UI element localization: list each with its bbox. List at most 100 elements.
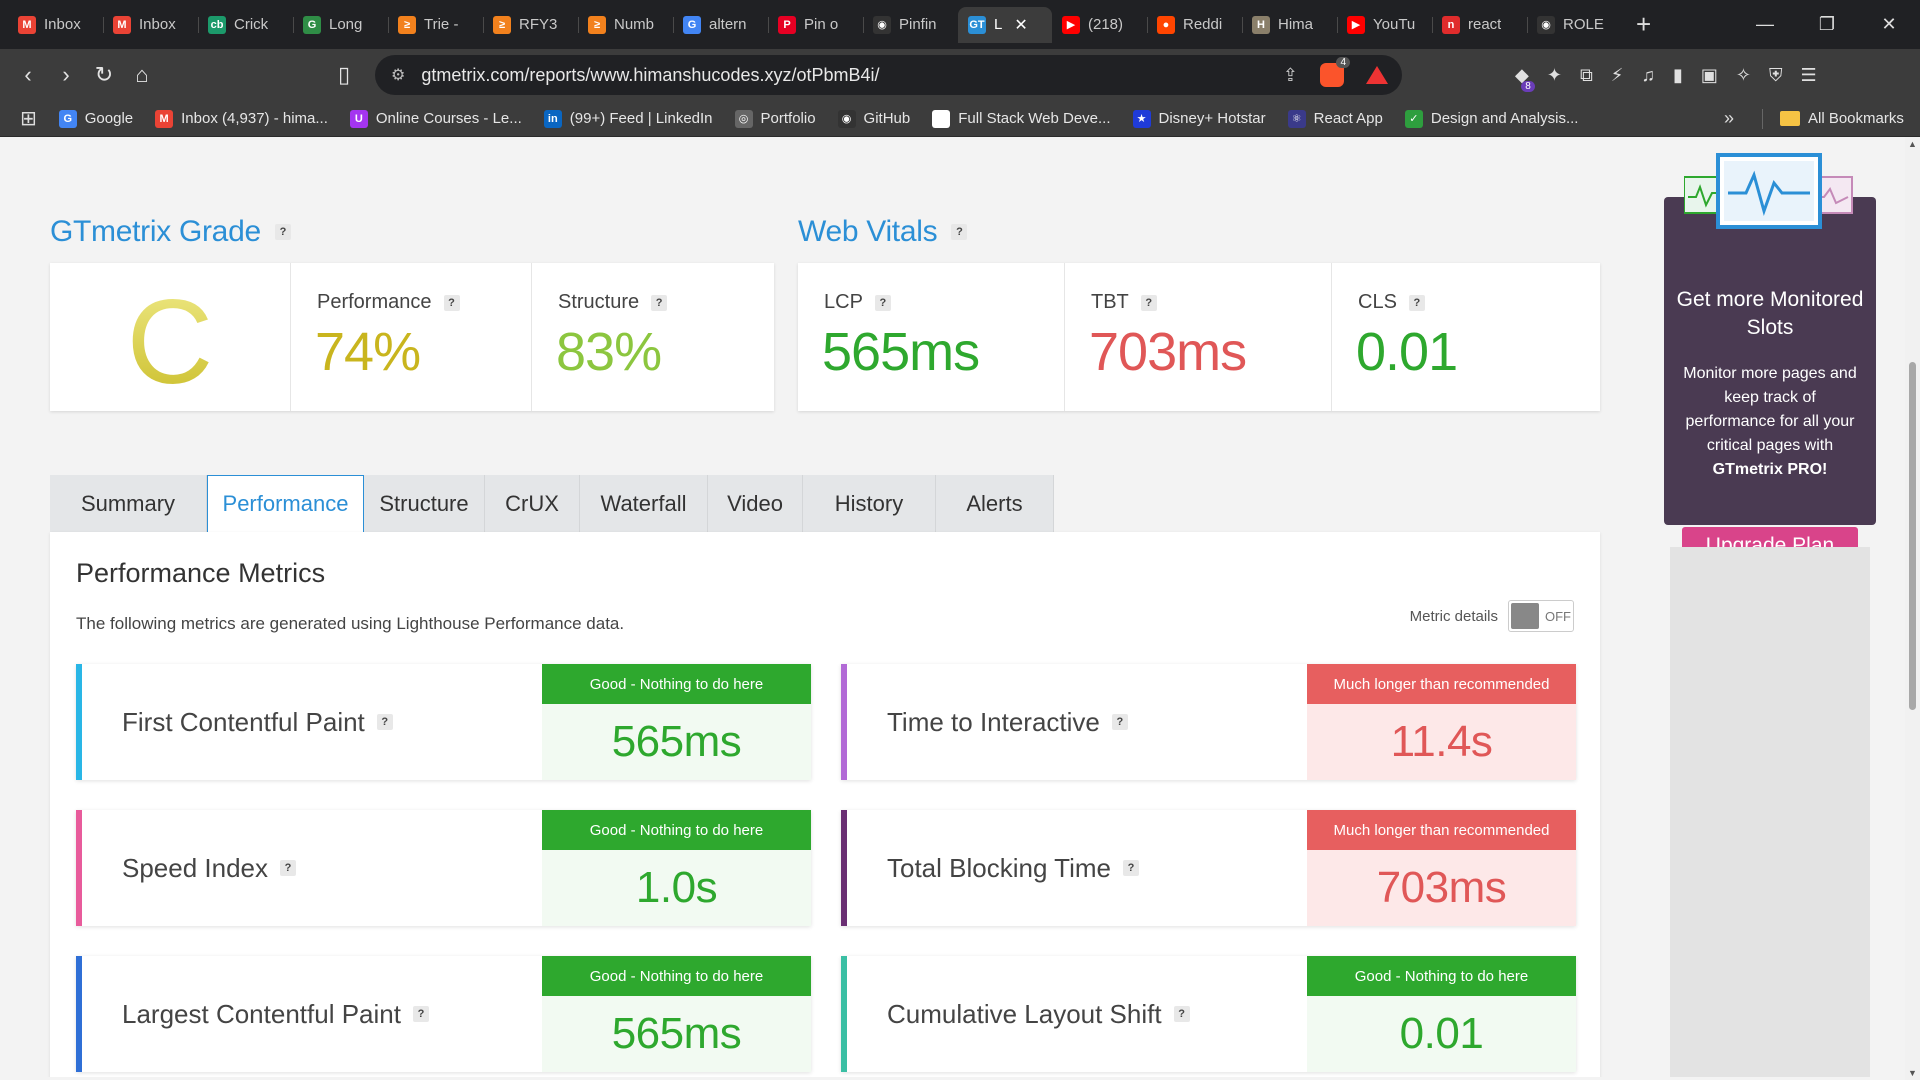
cricbuzz-icon: cb xyxy=(208,15,226,34)
brave-rewards-icon[interactable] xyxy=(1366,66,1388,84)
sidebar-icon[interactable]: ▮ xyxy=(1673,65,1683,86)
close-window-icon[interactable]: ✕ xyxy=(1858,14,1920,35)
tab-waterfall[interactable]: Waterfall xyxy=(580,475,708,532)
tab-alerts[interactable]: Alerts xyxy=(936,475,1054,532)
browser-tab[interactable]: ▶ YouTu xyxy=(1337,7,1432,43)
page-scrollbar[interactable]: ▲ ▼ xyxy=(1905,137,1920,1080)
menu-icon[interactable]: ☰ xyxy=(1800,65,1816,86)
google-icon: G xyxy=(683,15,701,34)
web-vitals-heading: Web Vitals ? xyxy=(798,215,968,249)
music-icon[interactable]: ♫ xyxy=(1641,65,1655,86)
help-icon[interactable]: ? xyxy=(1140,294,1157,311)
help-icon[interactable]: ? xyxy=(443,294,460,311)
vpn-icon[interactable]: ⛨ xyxy=(1769,65,1783,86)
browser-tab[interactable]: M Inbox xyxy=(8,7,103,43)
browser-toolbar: ‹ › ↻ ⌂ ▯ ⚙ gtmetrix.com/reports/www.him… xyxy=(0,49,1920,101)
more-bookmarks-icon[interactable]: » xyxy=(1724,108,1734,129)
all-bookmarks-button[interactable]: All Bookmarks xyxy=(1780,110,1904,127)
browser-tab[interactable]: H Hima xyxy=(1242,7,1337,43)
home-icon[interactable]: ⌂ xyxy=(123,62,161,88)
bookmark-item[interactable]: ◉ GitHub xyxy=(837,109,911,128)
bookmark-item[interactable]: in (99+) Feed | LinkedIn xyxy=(543,109,713,128)
tab-summary[interactable]: Summary xyxy=(50,475,207,532)
metric-value: 565ms xyxy=(542,704,811,780)
help-icon[interactable]: ? xyxy=(1122,860,1139,876)
tab-performance[interactable]: Performance xyxy=(207,475,364,532)
tab-video[interactable]: Video xyxy=(708,475,803,532)
bookmark-item[interactable]: ◎ Portfolio xyxy=(734,109,816,128)
browser-tab[interactable]: ◉ Pinfin xyxy=(863,7,958,43)
tab-history[interactable]: History xyxy=(803,475,936,532)
scroll-up-icon[interactable]: ▲ xyxy=(1908,139,1917,149)
browser-tab[interactable]: ≥ Numb xyxy=(578,7,673,43)
metric-card: Speed Index? Good - Nothing to do here 1.0… xyxy=(76,810,811,926)
bookmark-item[interactable]: U Online Courses - Le... xyxy=(349,109,522,128)
scroll-down-icon[interactable]: ▼ xyxy=(1908,1068,1917,1078)
forward-icon[interactable]: › xyxy=(47,62,85,88)
help-icon[interactable]: ? xyxy=(274,224,291,240)
help-icon[interactable]: ? xyxy=(1111,714,1128,730)
browser-tab-label: altern xyxy=(709,16,747,33)
bookmark-item[interactable]: G Google xyxy=(58,109,133,128)
browser-tab[interactable]: Galtern xyxy=(673,7,768,43)
leo-icon[interactable]: ⚡ xyxy=(1611,65,1624,86)
apps-grid-icon[interactable]: ⊞ xyxy=(20,106,37,131)
browser-tab[interactable]: cb Crick xyxy=(198,7,293,43)
site-settings-icon[interactable]: ⚙ xyxy=(391,65,405,85)
new-tab-button[interactable]: + xyxy=(1636,9,1651,40)
close-tab-icon[interactable]: ✕ xyxy=(1014,15,1027,35)
browser-tab[interactable]: ≥ RFY3 xyxy=(483,7,578,43)
ai-icon[interactable]: ✧ xyxy=(1736,65,1751,86)
browser-tab[interactable]: M Inbox xyxy=(103,7,198,43)
brave-shields-icon[interactable]: 4 xyxy=(1320,57,1350,87)
puzzle-icon[interactable]: ✦ xyxy=(1547,65,1562,86)
help-icon[interactable]: ? xyxy=(951,224,968,240)
bookmark-item[interactable]: ⚛ React App xyxy=(1287,109,1383,128)
minimize-icon[interactable]: — xyxy=(1734,14,1796,35)
metric-status: Much longer than recommended xyxy=(1307,810,1576,850)
screenshot-icon[interactable]: ⧉ xyxy=(1580,65,1593,86)
window-controls: — ❐ ✕ xyxy=(1734,0,1920,49)
browser-tab[interactable]: G Long xyxy=(293,7,388,43)
back-icon[interactable]: ‹ xyxy=(9,62,47,88)
restore-icon[interactable]: ❐ xyxy=(1796,14,1858,35)
bookmark-item[interactable]: ✓ Design and Analysis... xyxy=(1404,109,1578,128)
metric-accent-bar xyxy=(76,810,82,926)
browser-tab[interactable]: GT L ✕ xyxy=(958,6,1052,43)
browser-tab[interactable]: P Pin o xyxy=(768,7,863,43)
metric-label-row: Largest Contentful Paint? xyxy=(122,956,429,1072)
browser-tab[interactable]: ◉ ROLE xyxy=(1527,7,1622,43)
scroll-thumb[interactable] xyxy=(1909,362,1916,710)
browser-tab[interactable]: ▶ (218) xyxy=(1052,7,1147,43)
help-icon[interactable]: ? xyxy=(1173,1006,1190,1022)
browser-tab[interactable]: ● Reddi xyxy=(1147,7,1242,43)
omnibox-actions: ⇪ 4 xyxy=(1283,57,1388,87)
bookmark-page-icon[interactable]: ▯ xyxy=(325,62,363,88)
tab-structure[interactable]: Structure xyxy=(364,475,485,532)
grade-letter: C xyxy=(50,273,290,411)
bookmark-label: GitHub xyxy=(863,110,911,127)
tab-crux[interactable]: CrUX xyxy=(485,475,580,532)
help-icon[interactable]: ? xyxy=(874,294,891,311)
browser-tab[interactable]: n react xyxy=(1432,7,1527,43)
browser-tab-label: react xyxy=(1468,16,1502,33)
metric-value: 703ms xyxy=(1307,850,1576,926)
bookmark-item[interactable]: M Inbox (4,937) - hima... xyxy=(155,109,328,128)
help-icon[interactable]: ? xyxy=(1408,294,1425,311)
metric-details-toggle[interactable]: OFF xyxy=(1508,600,1574,632)
address-bar[interactable]: ⚙ gtmetrix.com/reports/www.himanshucodes… xyxy=(375,55,1402,95)
help-icon[interactable]: ? xyxy=(376,714,393,730)
wallet-icon[interactable]: ▣ xyxy=(1701,65,1718,86)
extension-icon[interactable]: ◆ 8 xyxy=(1515,65,1535,92)
help-icon[interactable]: ? xyxy=(651,294,668,311)
help-icon[interactable]: ? xyxy=(412,1006,429,1022)
browser-tab-label: Long xyxy=(329,16,363,33)
bookmark-item[interactable]: Full Stack Web Deve... xyxy=(932,109,1111,128)
browser-tab[interactable]: ≥ Trie - xyxy=(388,7,483,43)
help-icon[interactable]: ? xyxy=(280,860,297,876)
reload-icon[interactable]: ↻ xyxy=(85,62,123,88)
bookmark-item[interactable]: ★ Disney+ Hotstar xyxy=(1132,109,1266,128)
browser-tab-label: YouTu xyxy=(1373,16,1416,33)
url-text: gtmetrix.com/reports/www.himanshucodes.x… xyxy=(421,64,880,85)
share-icon[interactable]: ⇪ xyxy=(1283,65,1298,86)
